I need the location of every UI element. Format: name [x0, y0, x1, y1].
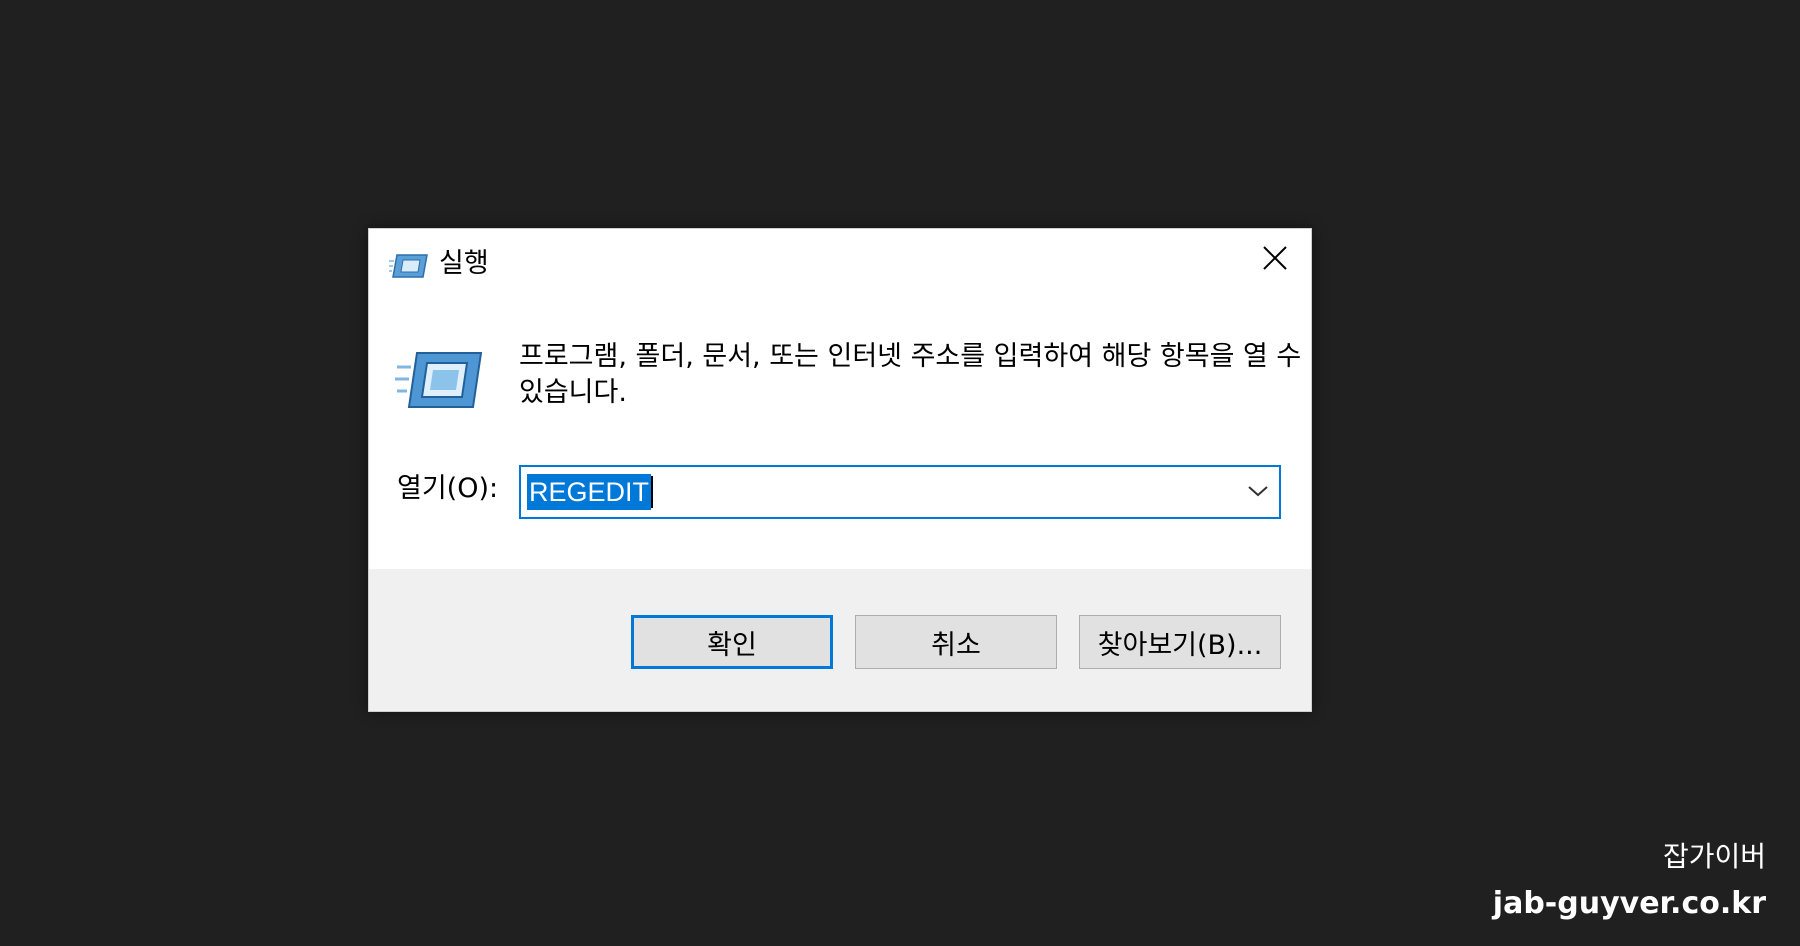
watermark-url: jab-guyver.co.kr: [1492, 886, 1766, 921]
run-dialog: 실행 프로그램, 폴더, 문서, 또는 인터넷 주소를 입력하여 해당 항목을 …: [368, 228, 1312, 712]
title-bar: 실행: [369, 229, 1311, 301]
watermark-name: 잡가이버: [1662, 840, 1766, 873]
close-icon: [1262, 245, 1288, 275]
chevron-down-icon: [1247, 483, 1269, 502]
dialog-footer: 확인 취소 찾아보기(B)...: [369, 569, 1311, 711]
dialog-description: 프로그램, 폴더, 문서, 또는 인터넷 주소를 입력하여 해당 항목을 열 수…: [519, 341, 1302, 408]
open-combobox[interactable]: REGEDIT: [519, 465, 1281, 519]
browse-button[interactable]: 찾아보기(B)...: [1079, 615, 1281, 669]
dropdown-button[interactable]: [1243, 477, 1273, 507]
dialog-title: 실행: [439, 248, 489, 279]
text-caret: [651, 476, 654, 508]
open-input[interactable]: REGEDIT: [527, 474, 654, 510]
dialog-content: 프로그램, 폴더, 문서, 또는 인터넷 주소를 입력하여 해당 항목을 열 수…: [369, 301, 1311, 597]
cancel-button[interactable]: 취소: [855, 615, 1057, 669]
open-input-value: REGEDIT: [527, 474, 652, 510]
run-large-icon: [395, 345, 485, 415]
open-label: 열기(O):: [397, 473, 499, 504]
ok-button[interactable]: 확인: [631, 615, 833, 669]
close-button[interactable]: [1239, 229, 1311, 291]
run-icon: [389, 251, 429, 281]
